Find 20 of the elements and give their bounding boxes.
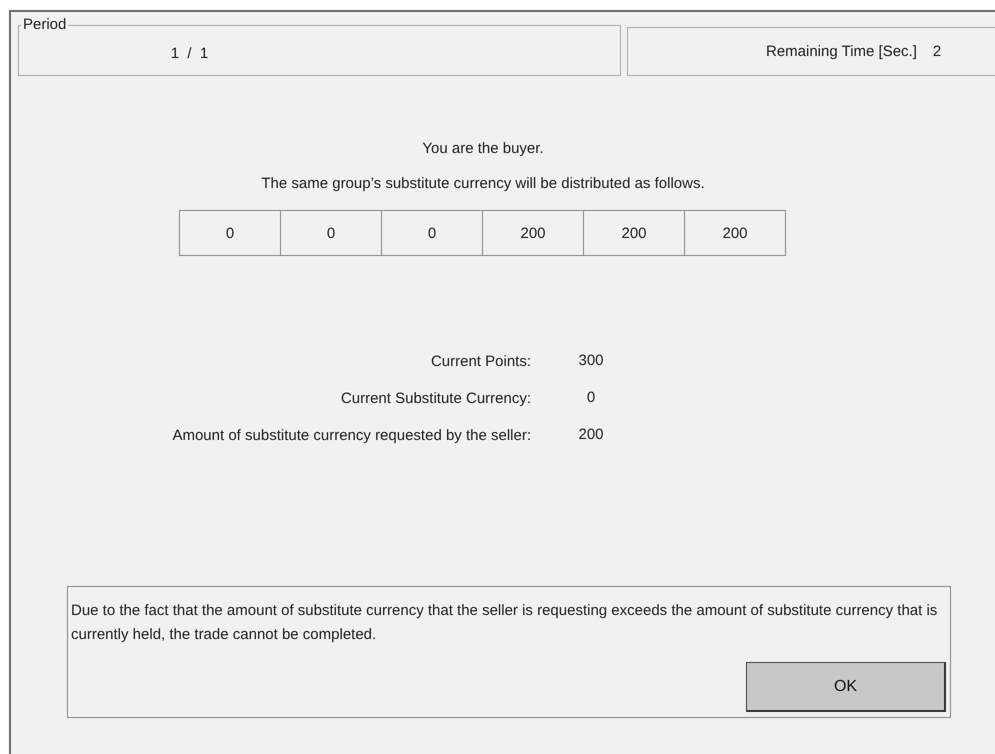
stat-label: Current Substitute Currency: — [340, 389, 531, 409]
stat-value: 200 — [577, 426, 605, 445]
period-value: 1 / 1 — [170, 45, 208, 62]
period-label: Period — [22, 18, 68, 32]
distribution-cell: 200 — [684, 210, 786, 256]
stat-value: 0 — [586, 389, 596, 408]
stat-label: Amount of substitute currency requested by the seller: — [171, 426, 531, 446]
remaining-time-label: Remaining Time [Sec.] — [766, 43, 917, 60]
distribution-cell: 0 — [381, 210, 483, 256]
distribution-cell: 0 — [280, 210, 382, 256]
distribution-cell: 200 — [583, 210, 685, 256]
distribution-cell: 200 — [482, 210, 584, 256]
distribution-cell: 0 — [179, 210, 281, 256]
stat-value: 300 — [577, 352, 605, 371]
role-text: You are the buyer. — [422, 140, 544, 157]
ok-button[interactable]: OK — [746, 662, 946, 712]
stat-label: Current Points: — [430, 352, 531, 372]
message-text: Due to the fact that the amount of substitute currency that the seller is requesting exceeds the amount of substitute currency that is currently held, the trade cannot be completed. — [71, 601, 938, 645]
distribution-text: The same group’s substitute currency will be distributed as follows. — [261, 175, 705, 192]
remaining-time-value: 2 — [932, 43, 942, 60]
